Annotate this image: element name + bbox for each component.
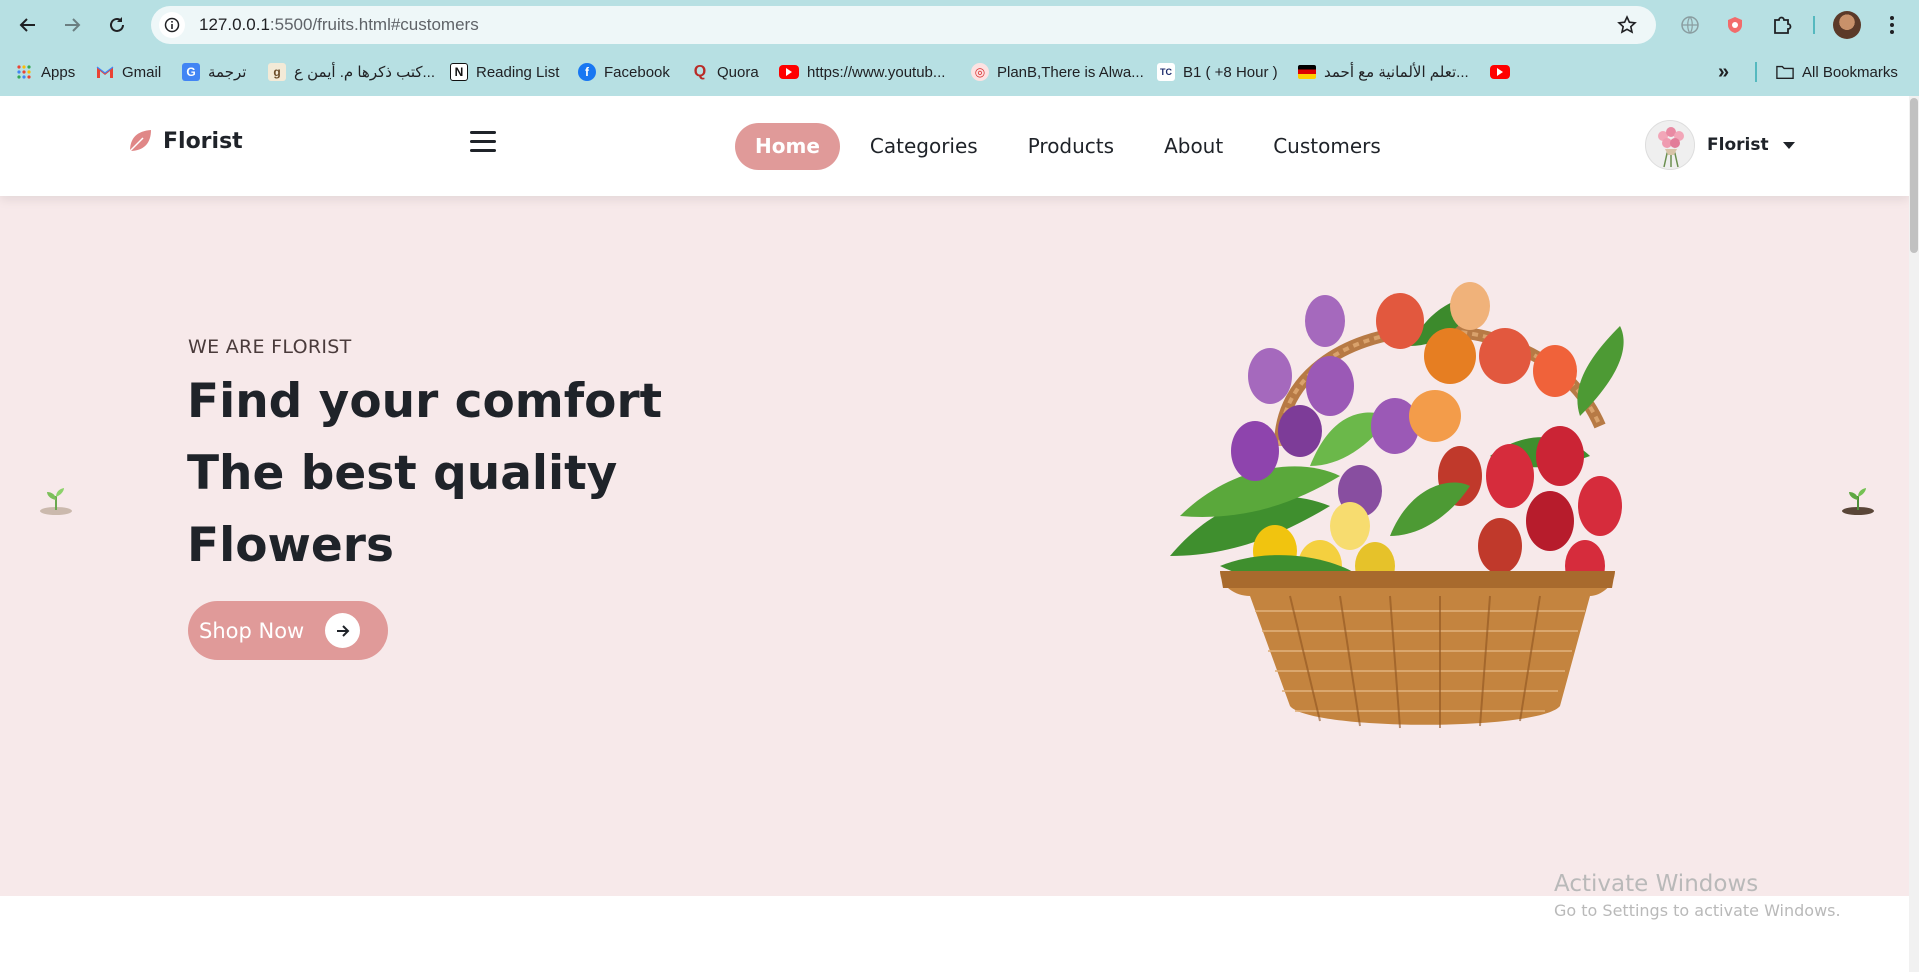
brand-name: Florist <box>163 128 243 154</box>
german-flag-icon <box>1298 65 1316 79</box>
bookmark-label: PlanB,There is Alwa... <box>997 63 1144 81</box>
reload-icon <box>110 17 124 32</box>
podcast-icon: ◎ <box>971 63 989 81</box>
forward-button[interactable] <box>57 10 87 40</box>
translate-icon: G <box>182 63 200 81</box>
caret-down-icon <box>1782 141 1795 149</box>
bookmark-label: https://www.youtub... <box>807 63 946 81</box>
hamburger-menu-icon[interactable] <box>470 131 498 157</box>
gmail-icon <box>96 63 114 81</box>
bookmarks-bar: Apps Gmail G ترجمة g كتب ذكرها م. أيمن ع… <box>0 50 1919 96</box>
quora-icon: Q <box>693 63 707 80</box>
nav-categories[interactable]: Categories <box>850 123 998 170</box>
bookmark-star-icon[interactable] <box>1612 10 1642 40</box>
extensions-puzzle-icon[interactable] <box>1769 12 1795 38</box>
sprout-icon[interactable] <box>1838 476 1878 516</box>
site-info-icon[interactable] <box>159 12 185 38</box>
page-viewport: Florist Home Categories Products About C… <box>0 96 1909 972</box>
scrollbar-thumb[interactable] <box>1910 98 1918 253</box>
bookmark-quora[interactable]: Q Quora <box>691 60 759 84</box>
sprout-icon[interactable] <box>36 476 76 516</box>
user-name: Florist <box>1707 135 1769 155</box>
nav-home[interactable]: Home <box>735 123 840 170</box>
site-logo[interactable]: Florist <box>127 128 243 154</box>
bookmark-gmail[interactable]: Gmail <box>96 60 161 84</box>
toolbar-divider <box>1813 16 1815 34</box>
bookmark-label: Facebook <box>604 63 670 81</box>
page-scrollbar[interactable] <box>1909 96 1919 972</box>
bookmarks-divider <box>1755 62 1757 82</box>
url-host: 127.0.0.1 <box>199 15 270 34</box>
bookmark-facebook[interactable]: f Facebook <box>578 60 670 84</box>
main-nav: Home Categories Products About Customers <box>735 123 1411 170</box>
hero-title: Find your comfort The best quality Flowe… <box>187 366 787 582</box>
bookmark-label: Gmail <box>122 63 162 81</box>
bookmark-label: ترجمة <box>208 64 247 81</box>
browser-toolbar: 127.0.0.1:5500/fruits.html#customers <box>0 0 1919 50</box>
apps-grid-icon <box>15 63 33 81</box>
user-menu[interactable]: Florist <box>1645 120 1795 170</box>
bookmark-books[interactable]: g كتب ذكرها م. أيمن ع... <box>268 60 435 84</box>
bookmark-planb[interactable]: ◎ PlanB,There is Alwa... <box>971 60 1144 84</box>
bookmark-translate[interactable]: G ترجمة <box>182 60 246 84</box>
hero-title-line: The best quality <box>187 446 618 501</box>
bookmark-apps[interactable]: Apps <box>15 60 75 84</box>
windows-activation-watermark: Activate Windows Go to Settings to activ… <box>1554 871 1841 920</box>
bookmark-b1[interactable]: TC B1 ( +8 Hour ) <box>1157 60 1278 84</box>
youtube-icon <box>1490 65 1510 79</box>
bookmark-german[interactable]: تعلم الألمانية مع أحمد... <box>1298 60 1469 84</box>
shop-now-label: Shop Now <box>199 618 305 643</box>
bookmark-label: Quora <box>717 63 759 81</box>
hero-title-line: Flowers <box>187 518 394 573</box>
bookmark-youtube-link[interactable]: https://www.youtub... <box>779 60 945 84</box>
shield-extension-icon[interactable] <box>1722 12 1748 38</box>
nav-customers[interactable]: Customers <box>1253 123 1401 170</box>
back-button[interactable] <box>13 10 43 40</box>
hero-subtitle: WE ARE FLORIST <box>188 336 352 358</box>
translate-extension-icon[interactable] <box>1677 12 1703 38</box>
facebook-icon: f <box>578 63 596 81</box>
url-path: :5500/fruits.html#customers <box>269 15 479 34</box>
bookmark-label: كتب ذكرها م. أيمن ع... <box>294 64 435 81</box>
bookmark-reading-list[interactable]: N Reading List <box>450 60 559 84</box>
bookmark-label: Apps <box>41 63 76 81</box>
forward-arrow-icon <box>65 18 81 32</box>
all-bookmarks-button[interactable]: All Bookmarks <box>1776 60 1898 84</box>
folder-icon <box>1776 63 1794 81</box>
goodreads-icon: g <box>268 63 286 81</box>
bookmark-label: Reading List <box>476 63 560 81</box>
more-bookmarks-button[interactable]: » <box>1718 60 1729 84</box>
leaf-icon <box>129 130 151 152</box>
nav-products[interactable]: Products <box>1008 123 1134 170</box>
tc-icon: TC <box>1157 63 1175 81</box>
bookmark-label: تعلم الألمانية مع أحمد... <box>1324 64 1469 81</box>
watermark-subtitle: Go to Settings to activate Windows. <box>1554 901 1841 920</box>
address-bar[interactable]: 127.0.0.1:5500/fruits.html#customers <box>151 6 1656 44</box>
watermark-title: Activate Windows <box>1554 871 1759 897</box>
browser-profile-avatar[interactable] <box>1833 11 1861 39</box>
bookmark-youtube[interactable] <box>1490 60 1518 84</box>
notion-icon: N <box>450 63 468 81</box>
reload-button[interactable] <box>102 10 132 40</box>
flower-basket-image <box>1170 282 1624 729</box>
arrow-right-icon <box>325 613 360 648</box>
site-header: Florist Home Categories Products About C… <box>0 96 1909 196</box>
avatar <box>1645 120 1695 170</box>
nav-about[interactable]: About <box>1144 123 1243 170</box>
browser-menu-icon[interactable] <box>1879 12 1905 38</box>
url-text[interactable]: 127.0.0.1:5500/fruits.html#customers <box>199 15 1612 35</box>
shop-now-button[interactable]: Shop Now <box>188 601 388 660</box>
bookmark-label: B1 ( +8 Hour ) <box>1183 63 1278 81</box>
hero-title-line: Find your comfort <box>187 374 663 429</box>
back-arrow-icon <box>19 18 35 32</box>
youtube-icon <box>779 65 799 79</box>
hero-section: WE ARE FLORIST Find your comfort The bes… <box>0 196 1909 896</box>
all-bookmarks-label: All Bookmarks <box>1802 63 1898 81</box>
